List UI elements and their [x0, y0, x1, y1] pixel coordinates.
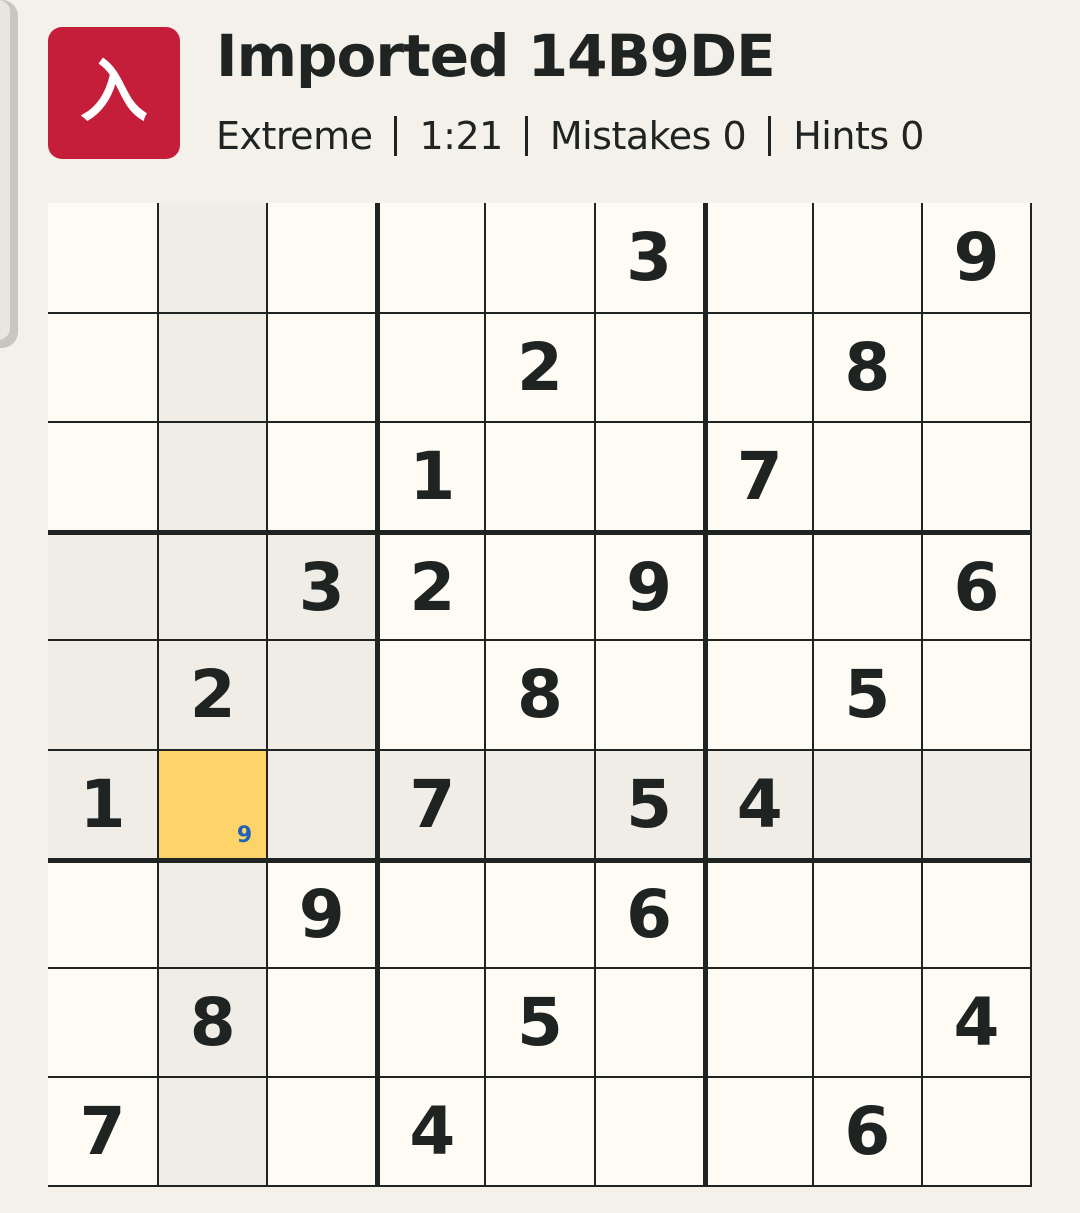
sudoku-cell[interactable]: 7	[702, 421, 812, 531]
sudoku-cell[interactable]	[157, 312, 267, 422]
sudoku-cell[interactable]	[375, 203, 485, 313]
sudoku-cell[interactable]: 2	[484, 312, 594, 422]
sudoku-cell[interactable]	[702, 857, 812, 967]
sudoku-cell[interactable]	[375, 857, 485, 967]
sudoku-cell[interactable]: 4	[920, 966, 1030, 1076]
sudoku-cell[interactable]	[593, 421, 703, 531]
separator	[768, 116, 772, 156]
sudoku-cell[interactable]	[484, 203, 594, 313]
sudoku-cell[interactable]	[811, 857, 921, 967]
sudoku-cell[interactable]	[811, 421, 921, 531]
hints-counter: Hints 0	[793, 114, 924, 158]
sudoku-cell[interactable]	[48, 312, 158, 422]
sudoku-cell[interactable]	[702, 530, 812, 640]
sudoku-cell[interactable]	[157, 857, 267, 967]
mistakes-counter: Mistakes 0	[549, 114, 747, 158]
selected-cell[interactable]: 9	[157, 748, 267, 858]
sudoku-cell[interactable]	[266, 203, 376, 313]
sudoku-cell[interactable]	[157, 530, 267, 640]
sudoku-cell[interactable]	[920, 639, 1030, 749]
sudoku-cell[interactable]: 4	[375, 1075, 485, 1185]
sudoku-cell[interactable]: 2	[375, 530, 485, 640]
puzzle-title: Imported 14B9DE	[216, 22, 776, 90]
sudoku-cell[interactable]: 3	[266, 530, 376, 640]
sudoku-cell[interactable]: 1	[48, 748, 158, 858]
sudoku-board: 39281732962851975496854746	[48, 203, 1032, 1187]
sudoku-cell[interactable]	[920, 1075, 1030, 1185]
separator	[394, 116, 398, 156]
sudoku-cell[interactable]: 6	[593, 857, 703, 967]
sudoku-cell[interactable]	[593, 639, 703, 749]
sudoku-cell[interactable]: 7	[48, 1075, 158, 1185]
sudoku-cell[interactable]	[484, 1075, 594, 1185]
sudoku-cell[interactable]: 6	[811, 1075, 921, 1185]
sudoku-cell[interactable]	[266, 966, 376, 1076]
sudoku-cell[interactable]	[375, 639, 485, 749]
sudoku-cell[interactable]	[266, 748, 376, 858]
sudoku-cell[interactable]: 4	[702, 748, 812, 858]
sudoku-cell[interactable]	[920, 857, 1030, 967]
sudoku-cell[interactable]: 5	[484, 966, 594, 1076]
sudoku-cell[interactable]	[702, 1075, 812, 1185]
sudoku-cell[interactable]: 5	[593, 748, 703, 858]
sudoku-cell[interactable]	[920, 312, 1030, 422]
difficulty-label: Extreme	[216, 114, 373, 158]
sudoku-cell[interactable]: 5	[811, 639, 921, 749]
sudoku-cell[interactable]	[811, 530, 921, 640]
sudoku-cell[interactable]	[48, 203, 158, 313]
app-logo-icon: 入	[48, 27, 180, 159]
sudoku-cell[interactable]: 7	[375, 748, 485, 858]
sudoku-cell[interactable]	[484, 748, 594, 858]
sudoku-cell[interactable]	[484, 530, 594, 640]
sudoku-cell[interactable]	[48, 857, 158, 967]
sudoku-cell[interactable]	[811, 748, 921, 858]
sudoku-cell[interactable]	[811, 203, 921, 313]
sudoku-cell[interactable]	[157, 421, 267, 531]
sudoku-cell[interactable]	[266, 421, 376, 531]
sudoku-cell[interactable]: 1	[375, 421, 485, 531]
timer: 1:21	[419, 114, 503, 158]
sudoku-cell[interactable]: 9	[920, 203, 1030, 313]
sudoku-cell[interactable]	[702, 203, 812, 313]
sudoku-cell[interactable]	[266, 1075, 376, 1185]
sudoku-cell[interactable]	[375, 312, 485, 422]
sudoku-cell[interactable]	[702, 966, 812, 1076]
pencil-note: 9	[236, 822, 253, 848]
sudoku-cell[interactable]	[484, 857, 594, 967]
sudoku-cell[interactable]	[920, 421, 1030, 531]
sudoku-cell[interactable]	[266, 639, 376, 749]
sudoku-cell[interactable]	[157, 1075, 267, 1185]
sudoku-cell[interactable]	[811, 966, 921, 1076]
sudoku-cell[interactable]: 2	[157, 639, 267, 749]
sudoku-cell[interactable]	[593, 312, 703, 422]
sudoku-cell[interactable]: 8	[484, 639, 594, 749]
sudoku-cell[interactable]	[484, 421, 594, 531]
sudoku-cell[interactable]	[48, 639, 158, 749]
sudoku-cell[interactable]	[593, 1075, 703, 1185]
sudoku-cell[interactable]	[48, 966, 158, 1076]
sudoku-cell[interactable]	[375, 966, 485, 1076]
sudoku-cell[interactable]	[593, 966, 703, 1076]
sudoku-cell[interactable]: 8	[811, 312, 921, 422]
sudoku-cell[interactable]	[157, 203, 267, 313]
sudoku-cell[interactable]: 6	[920, 530, 1030, 640]
sudoku-cell[interactable]	[266, 312, 376, 422]
sudoku-cell[interactable]: 8	[157, 966, 267, 1076]
sudoku-cell[interactable]	[48, 530, 158, 640]
sudoku-cell[interactable]	[48, 421, 158, 531]
sudoku-cell[interactable]	[702, 639, 812, 749]
sudoku-cell[interactable]: 9	[593, 530, 703, 640]
separator	[524, 116, 528, 156]
puzzle-status-bar: Extreme 1:21 Mistakes 0 Hints 0	[216, 114, 924, 158]
sudoku-cell[interactable]	[702, 312, 812, 422]
side-drawer-handle[interactable]	[0, 0, 18, 348]
sudoku-cell[interactable]: 9	[266, 857, 376, 967]
sudoku-cell[interactable]	[920, 748, 1030, 858]
sudoku-screen: 入 Imported 14B9DE Extreme 1:21 Mistakes …	[0, 0, 1080, 1213]
sudoku-cell[interactable]: 3	[593, 203, 703, 313]
